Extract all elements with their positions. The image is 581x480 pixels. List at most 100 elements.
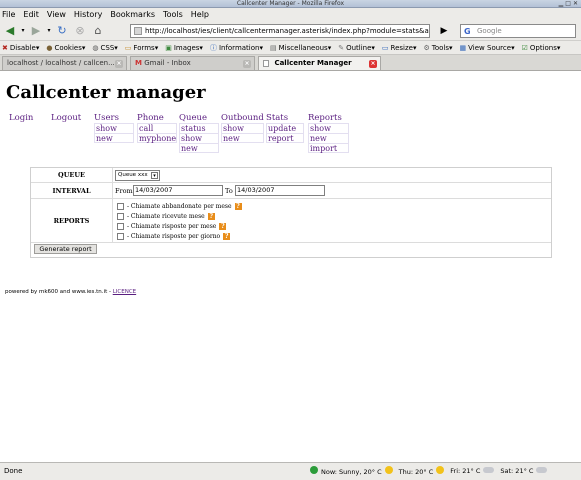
menu-edit[interactable]: Edit xyxy=(23,10,39,19)
reports-row: REPORTS - Chiamate abbandonate per mese … xyxy=(31,199,551,243)
weather-fri[interactable]: Fri: 21° C xyxy=(450,467,495,475)
dev-cookies[interactable]: ● Cookies ▾ xyxy=(46,44,85,52)
dev-css[interactable]: ◍ CSS ▾ xyxy=(92,44,117,52)
sun-icon xyxy=(436,466,445,474)
dev-view-source[interactable]: ▦ View Source ▾ xyxy=(460,44,515,52)
help-icon[interactable]: ? xyxy=(207,213,215,220)
menu-history[interactable]: History xyxy=(74,10,102,19)
tab-callcenter-manager[interactable]: Callcenter Manager × xyxy=(258,56,381,70)
navigation-toolbar: ◀ ▾ ▶ ▾ ↻ ⊗ ⌂ http://localhost/ies/clien… xyxy=(0,21,581,41)
queue-new-link[interactable]: new xyxy=(179,143,219,153)
report-form: QUEUE Queue xxx ▾ INTERVAL From 14/03/20… xyxy=(30,167,552,258)
menu-file[interactable]: File xyxy=(2,10,15,19)
menu-users: Users show new xyxy=(94,113,134,143)
stats-report-link[interactable]: report xyxy=(266,133,304,143)
users-new-link[interactable]: new xyxy=(94,133,134,143)
close-icon[interactable]: ✕ xyxy=(573,0,578,8)
from-date-input[interactable]: 14/03/2007 xyxy=(133,185,223,196)
back-icon[interactable]: ◀ xyxy=(2,23,18,39)
minimize-icon[interactable]: ▁ xyxy=(559,0,564,8)
dev-tools[interactable]: ⚙ Tools ▾ xyxy=(424,44,453,52)
back-dropdown-icon[interactable]: ▾ xyxy=(20,23,26,39)
queue-header[interactable]: Queue xyxy=(179,113,219,123)
chevron-down-icon: ▾ xyxy=(151,172,158,179)
outbound-new-link[interactable]: new xyxy=(221,133,264,143)
report-option: - Chiamate risposte per giorno ? xyxy=(117,232,231,241)
weather-sat[interactable]: Sat: 21° C xyxy=(500,467,548,475)
view-source-icon: ▦ xyxy=(459,43,467,52)
reports-header[interactable]: Reports xyxy=(308,113,349,123)
phone-call-link[interactable]: call xyxy=(137,123,177,133)
menu-help[interactable]: Help xyxy=(191,10,209,19)
url-bar[interactable]: http://localhost/ies/client/callcenterma… xyxy=(130,24,430,38)
forward-icon[interactable]: ▶ xyxy=(28,23,44,39)
reports-import-link[interactable]: import xyxy=(308,143,349,153)
outbound-header[interactable]: Outbound xyxy=(221,113,264,123)
dev-resize[interactable]: ▭ Resize ▾ xyxy=(382,44,417,52)
images-icon: ▣ xyxy=(165,43,172,52)
cloud-icon xyxy=(536,467,548,473)
generate-report-button[interactable]: Generate report xyxy=(34,244,97,254)
help-icon[interactable]: ? xyxy=(223,233,231,240)
interval-row: INTERVAL From 14/03/2007 To 14/03/2007 xyxy=(31,183,551,199)
logout-link[interactable]: Logout xyxy=(51,113,81,123)
queue-show-link[interactable]: show xyxy=(179,133,219,143)
menu-reports: Reports show new import xyxy=(308,113,349,153)
to-date-input[interactable]: 14/03/2007 xyxy=(235,185,325,196)
stats-header[interactable]: Stats xyxy=(266,113,304,123)
dev-outline[interactable]: ✎ Outline ▾ xyxy=(338,44,375,52)
dev-options[interactable]: ☑ Options ▾ xyxy=(522,44,561,52)
phone-myphone-link[interactable]: myphone xyxy=(137,133,177,143)
menu-tools[interactable]: Tools xyxy=(163,10,183,19)
reload-icon[interactable]: ↻ xyxy=(54,23,70,39)
search-input[interactable]: G Google xyxy=(460,24,576,38)
close-tab-icon[interactable]: × xyxy=(115,60,123,68)
dev-images[interactable]: ▣ Images ▾ xyxy=(165,44,203,52)
queue-status-link[interactable]: status xyxy=(179,123,219,133)
help-icon[interactable]: ? xyxy=(219,223,227,230)
css-icon: ◍ xyxy=(92,43,99,52)
report-checkbox[interactable] xyxy=(117,223,124,230)
report-checkbox[interactable] xyxy=(117,233,124,240)
users-header[interactable]: Users xyxy=(94,113,134,123)
dev-information[interactable]: ⓘ Information ▾ xyxy=(210,43,263,53)
page-footer: powered by mk600 and www.ies.tn.it - LIC… xyxy=(5,289,136,295)
weather-now[interactable]: Now: Sunny, 20° C xyxy=(310,466,393,476)
forward-dropdown-icon[interactable]: ▾ xyxy=(46,23,52,39)
report-checkbox[interactable] xyxy=(117,203,124,210)
weather-forecast: Now: Sunny, 20° C Thu: 20° C Fri: 21° C … xyxy=(310,466,548,476)
report-checkbox[interactable] xyxy=(117,213,124,220)
weather-thu[interactable]: Thu: 20° C xyxy=(399,466,445,476)
close-tab-icon[interactable]: × xyxy=(243,60,251,68)
dev-disable[interactable]: ✖ Disable ▾ xyxy=(2,44,39,52)
reports-show-link[interactable]: show xyxy=(308,123,349,133)
menu-bookmarks[interactable]: Bookmarks xyxy=(110,10,155,19)
to-label: To xyxy=(225,187,233,195)
page-title: Callcenter manager xyxy=(6,82,206,103)
help-icon[interactable]: ? xyxy=(234,203,242,210)
phone-header[interactable]: Phone xyxy=(137,113,177,123)
web-developer-toolbar: ✖ Disable ▾ ● Cookies ▾ ◍ CSS ▾ ▭ Forms ▾ ▣ Image… xyxy=(0,41,581,55)
tab-gmail[interactable]: M Gmail - Inbox × xyxy=(130,56,255,70)
url-text: http://localhost/ies/client/callcenterma… xyxy=(145,27,430,35)
status-dot-icon xyxy=(310,466,318,474)
queue-select[interactable]: Queue xxx ▾ xyxy=(115,170,160,181)
home-icon[interactable]: ⌂ xyxy=(90,23,106,39)
licence-link[interactable]: LICENCE xyxy=(113,289,136,295)
page-content: Callcenter manager Login Logout Users sh… xyxy=(0,71,581,462)
dev-miscellaneous[interactable]: ▤ Miscellaneous ▾ xyxy=(270,44,331,52)
outbound-show-link[interactable]: show xyxy=(221,123,264,133)
dev-forms[interactable]: ▭ Forms ▾ xyxy=(125,44,158,52)
menu-view[interactable]: View xyxy=(47,10,66,19)
reports-new-link[interactable]: new xyxy=(308,133,349,143)
users-show-link[interactable]: show xyxy=(94,123,134,133)
go-button[interactable]: ▶ xyxy=(433,24,455,38)
tab-localhost[interactable]: localhost / localhost / callcen... × xyxy=(2,56,127,70)
maximize-icon[interactable]: □ xyxy=(565,0,571,8)
login-link[interactable]: Login xyxy=(9,113,33,123)
report-option: - Chiamate abbandonate per mese ? xyxy=(117,202,242,211)
stop-icon[interactable]: ⊗ xyxy=(72,23,88,39)
stats-update-link[interactable]: update xyxy=(266,123,304,133)
queue-label: QUEUE xyxy=(31,168,113,182)
close-tab-icon[interactable]: × xyxy=(369,60,377,68)
